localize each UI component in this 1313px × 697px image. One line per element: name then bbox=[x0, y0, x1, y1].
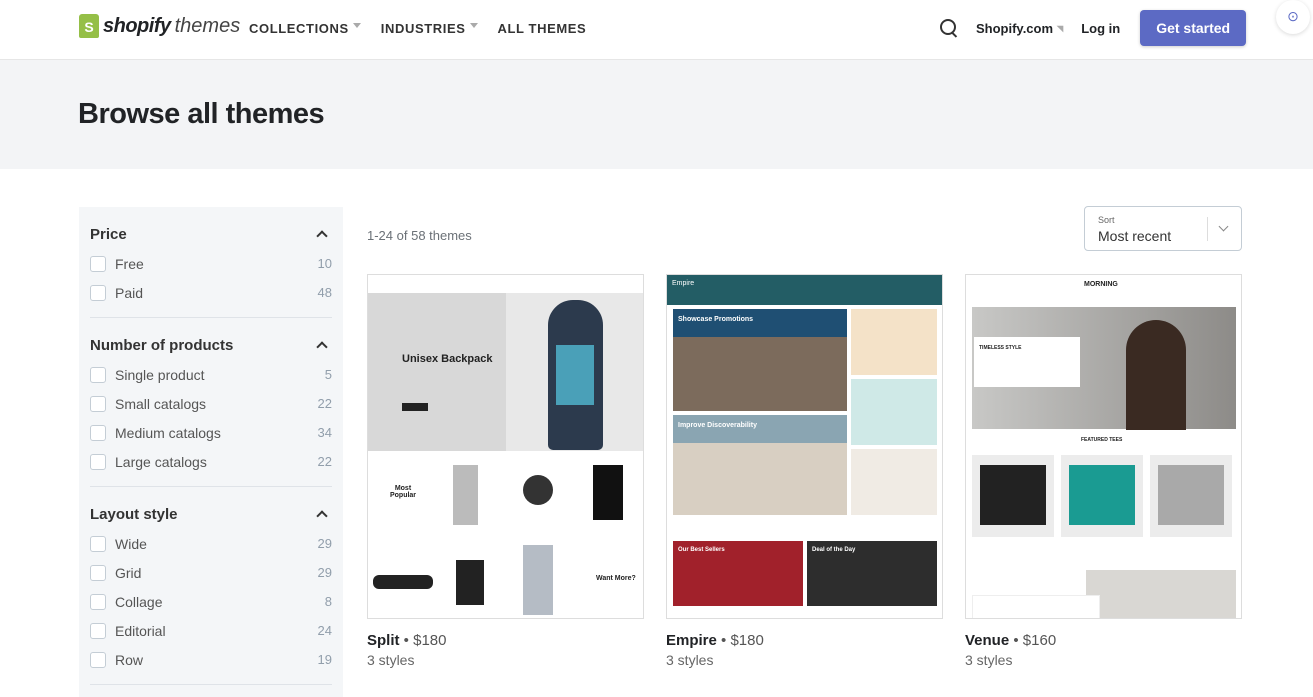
page-title: Browse all themes bbox=[78, 98, 325, 130]
filter-option[interactable]: Single product 5 bbox=[90, 360, 332, 389]
results-count: 1-24 of 58 themes bbox=[367, 228, 472, 243]
option-count: 22 bbox=[317, 454, 332, 469]
option-count: 29 bbox=[317, 536, 332, 551]
theme-price: $180 bbox=[730, 632, 764, 649]
caret-down-icon bbox=[352, 23, 361, 32]
theme-card-split[interactable]: Unisex Backpack Most Popular Want More? … bbox=[367, 274, 644, 668]
shopify-com-link[interactable]: Shopify.com bbox=[976, 21, 1053, 36]
nav-all-themes[interactable]: ALL THEMES bbox=[498, 21, 587, 36]
filter-option[interactable]: Large catalogs 22 bbox=[90, 447, 332, 476]
checkbox[interactable] bbox=[90, 593, 106, 610]
theme-thumbnail[interactable]: MORNING TIMELESS STYLE FEATURED TEES bbox=[965, 274, 1242, 619]
theme-name[interactable]: Split bbox=[367, 632, 400, 649]
checkbox[interactable] bbox=[90, 651, 106, 668]
nav-industries[interactable]: INDUSTRIES bbox=[381, 21, 478, 36]
filter-section-header[interactable]: Layout style bbox=[90, 499, 332, 529]
filter-section-header[interactable]: Number of products bbox=[90, 330, 332, 360]
top-nav: Sshopify themes COLLECTIONS INDUSTRIES AL… bbox=[0, 0, 1313, 60]
filter-sidebar: Price Free 10 Paid 48 Number of products Singl… bbox=[79, 207, 343, 697]
option-count: 22 bbox=[317, 396, 332, 411]
checkbox[interactable] bbox=[90, 255, 106, 272]
theme-name[interactable]: Venue bbox=[965, 632, 1009, 649]
screen-capture-icon[interactable]: ⊙ bbox=[1276, 0, 1310, 34]
login-link[interactable]: Log in bbox=[1081, 21, 1120, 36]
theme-card-empire[interactable]: Empire Showcase Promotions Improve Disco… bbox=[666, 274, 943, 668]
theme-card-venue[interactable]: MORNING TIMELESS STYLE FEATURED TEES Ven… bbox=[965, 274, 1242, 668]
shopify-bag-icon: S bbox=[79, 14, 99, 38]
theme-styles: 3 styles bbox=[367, 652, 415, 668]
theme-price: $180 bbox=[413, 632, 447, 649]
option-count: 5 bbox=[324, 367, 332, 382]
external-arrow-icon: ◥ bbox=[1057, 23, 1064, 33]
option-count: 29 bbox=[317, 565, 332, 580]
chevron-up-icon bbox=[316, 230, 328, 242]
option-count: 19 bbox=[317, 652, 332, 667]
checkbox[interactable] bbox=[90, 424, 106, 441]
filter-option[interactable]: Editorial 24 bbox=[90, 616, 332, 645]
chevron-up-icon bbox=[316, 341, 328, 353]
option-count: 10 bbox=[317, 256, 332, 271]
shopify-themes-logo[interactable]: Sshopify themes bbox=[79, 14, 240, 38]
theme-styles: 3 styles bbox=[965, 652, 1013, 668]
chevron-up-icon bbox=[316, 510, 328, 522]
filter-option[interactable]: Wide 29 bbox=[90, 529, 332, 558]
theme-styles: 3 styles bbox=[666, 652, 714, 668]
theme-thumbnail[interactable]: Empire Showcase Promotions Improve Disco… bbox=[666, 274, 943, 619]
filter-option[interactable]: Free 10 bbox=[90, 249, 332, 278]
filter-section: Number of products Single product 5 Small c… bbox=[90, 330, 332, 487]
checkbox[interactable] bbox=[90, 535, 106, 552]
option-count: 48 bbox=[317, 285, 332, 300]
sort-select[interactable]: Sort Most recent bbox=[1084, 206, 1242, 251]
checkbox[interactable] bbox=[90, 366, 106, 383]
theme-thumbnail[interactable]: Unisex Backpack Most Popular Want More? bbox=[367, 274, 644, 619]
filter-section: Layout style Wide 29 Grid 29 Collage 8 Editoria… bbox=[90, 499, 332, 685]
checkbox[interactable] bbox=[90, 453, 106, 470]
filter-section-header[interactable]: Price bbox=[90, 219, 332, 249]
checkbox[interactable] bbox=[90, 395, 106, 412]
filter-option[interactable]: Medium catalogs 34 bbox=[90, 418, 332, 447]
filter-option[interactable]: Grid 29 bbox=[90, 558, 332, 587]
checkbox[interactable] bbox=[90, 564, 106, 581]
search-icon[interactable] bbox=[940, 19, 958, 37]
option-count: 34 bbox=[317, 425, 332, 440]
option-count: 8 bbox=[324, 594, 332, 609]
nav-collections[interactable]: COLLECTIONS bbox=[249, 21, 361, 36]
get-started-button[interactable]: Get started bbox=[1140, 10, 1247, 46]
caret-down-icon bbox=[469, 23, 478, 32]
theme-price: $160 bbox=[1022, 632, 1057, 649]
checkbox[interactable] bbox=[90, 622, 106, 639]
option-count: 24 bbox=[317, 623, 332, 638]
filter-option[interactable]: Collage 8 bbox=[90, 587, 332, 616]
filter-option[interactable]: Paid 48 bbox=[90, 278, 332, 307]
filter-section: Price Free 10 Paid 48 bbox=[90, 219, 332, 318]
filter-option[interactable]: Small catalogs 22 bbox=[90, 389, 332, 418]
checkbox[interactable] bbox=[90, 284, 106, 301]
theme-name[interactable]: Empire bbox=[666, 632, 717, 649]
filter-option[interactable]: Row 19 bbox=[90, 645, 332, 674]
